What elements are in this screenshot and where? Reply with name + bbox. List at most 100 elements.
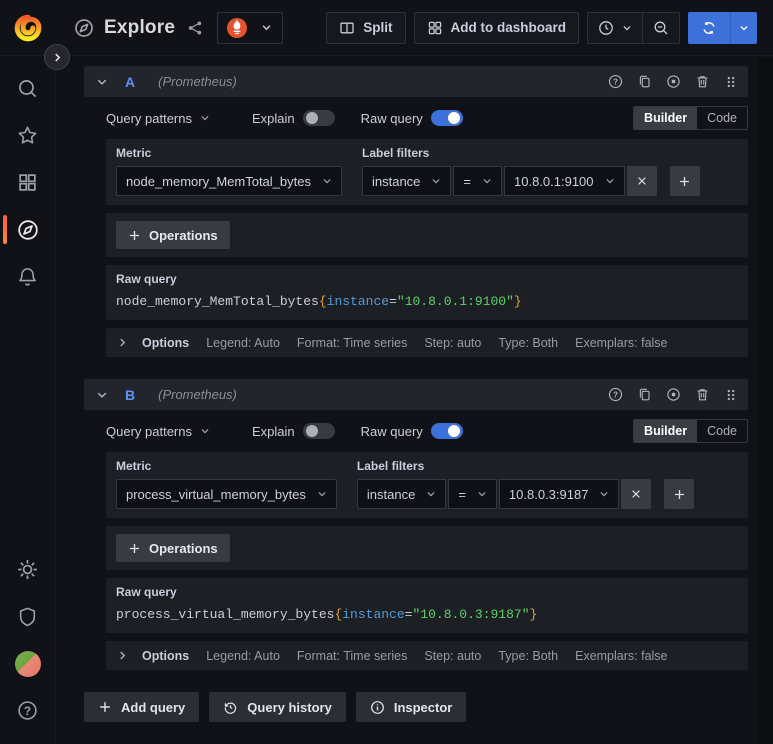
remove-label-filter-button[interactable] <box>621 479 652 509</box>
code-equals: = <box>389 294 397 309</box>
label-value-select[interactable]: 10.8.0.1:9100 <box>504 166 625 196</box>
explain-toggle[interactable] <box>302 110 335 126</box>
add-query-label: Add query <box>121 699 186 715</box>
query-options-bar[interactable]: Options Legend: Auto Format: Time series… <box>106 328 748 357</box>
query-history-label: Query history <box>247 699 332 715</box>
add-operation-button[interactable]: Operations <box>116 221 230 249</box>
sidebar-item-dashboards[interactable] <box>0 159 55 206</box>
add-operation-button[interactable]: Operations <box>116 534 230 562</box>
refresh-button[interactable] <box>688 12 730 44</box>
sidebar-item-starred[interactable] <box>0 112 55 159</box>
option-legend: Legend: Auto <box>206 648 280 663</box>
sidebar-item-configuration[interactable] <box>0 546 55 593</box>
metric-select[interactable]: node_memory_MemTotal_bytes <box>116 166 342 196</box>
refresh-interval-dropdown[interactable] <box>730 11 757 44</box>
split-button[interactable]: Split <box>326 11 406 44</box>
builder-mode-button[interactable]: Builder <box>634 107 698 129</box>
collapse-chevron-down-icon[interactable] <box>96 76 108 88</box>
chevron-right-icon[interactable] <box>117 337 128 348</box>
explore-content: A (Prometheus) ? Query patterns Explain … <box>56 56 773 744</box>
options-title: Options <box>142 335 190 350</box>
query-patterns-dropdown[interactable]: Query patterns <box>106 111 210 126</box>
option-step: Step: auto <box>424 335 482 350</box>
code-rbrace: } <box>529 607 538 622</box>
label-name-value: instance <box>366 486 416 502</box>
add-label-filter-button[interactable] <box>664 479 695 509</box>
info-circle-icon <box>370 700 385 715</box>
dashboards-icon <box>17 172 38 193</box>
add-to-dashboard-label: Add to dashboard <box>450 20 567 35</box>
raw-query-code: process_virtual_memory_bytes{instance="1… <box>116 606 738 623</box>
label-value-select[interactable]: 10.8.0.3:9187 <box>498 479 620 509</box>
label-name-select[interactable]: instance <box>356 479 447 509</box>
option-legend: Legend: Auto <box>206 335 280 350</box>
add-to-dashboard-button[interactable]: Add to dashboard <box>413 11 579 44</box>
sidebar-item-help[interactable]: ? <box>0 687 55 734</box>
sidebar-item-server-admin[interactable] <box>0 593 55 640</box>
chevron-down-icon <box>599 489 609 499</box>
query-builder-card: Metric node_memory_MemTotal_bytes Label … <box>106 139 748 205</box>
metric-value: node_memory_MemTotal_bytes <box>126 173 311 189</box>
zoom-out-button[interactable] <box>642 12 679 43</box>
label-operator-select[interactable]: = <box>448 479 497 509</box>
query-row-a: A (Prometheus) ? Query patterns Explain … <box>84 66 748 361</box>
close-icon <box>636 175 648 187</box>
collapse-chevron-down-icon[interactable] <box>96 389 108 401</box>
drag-handle-grip-icon[interactable] <box>724 75 738 89</box>
raw-query-toggle[interactable] <box>430 110 463 126</box>
remove-label-filter-button[interactable] <box>626 166 657 196</box>
query-row-header[interactable]: B (Prometheus) ? <box>84 379 748 410</box>
code-label-name: instance <box>342 607 405 622</box>
code-rbrace: } <box>513 294 522 309</box>
metric-value: process_virtual_memory_bytes <box>126 486 306 502</box>
label-name-select[interactable]: instance <box>361 166 452 196</box>
disable-query-eye-icon[interactable] <box>666 387 681 402</box>
add-label-filter-button[interactable] <box>669 166 700 196</box>
remove-query-trash-icon[interactable] <box>695 74 710 89</box>
explore-compass-icon <box>17 219 39 241</box>
chevron-down-icon <box>739 23 749 33</box>
sidebar-item-search[interactable] <box>0 65 55 112</box>
explain-toggle[interactable] <box>302 423 335 439</box>
scrollbar-track[interactable] <box>759 57 773 744</box>
raw-query-toggle[interactable] <box>430 423 463 439</box>
datasource-picker[interactable] <box>217 11 284 44</box>
duplicate-query-icon[interactable] <box>637 387 652 402</box>
split-columns-icon <box>339 20 355 36</box>
datasource-help-icon[interactable]: ? <box>608 74 623 89</box>
prometheus-icon <box>225 16 249 40</box>
duplicate-query-icon[interactable] <box>637 74 652 89</box>
query-patterns-dropdown[interactable]: Query patterns <box>106 424 210 439</box>
chevron-down-icon <box>200 113 210 123</box>
explain-toggle-field: Explain <box>252 110 335 126</box>
label-operator-select[interactable]: = <box>453 166 502 196</box>
remove-query-trash-icon[interactable] <box>695 387 710 402</box>
query-builder-card: Metric process_virtual_memory_bytes Labe… <box>106 452 748 518</box>
share-icon[interactable] <box>187 20 203 36</box>
query-editor-toolbar: Query patterns Explain Raw query Builder… <box>106 104 748 132</box>
sidebar-item-explore[interactable] <box>0 206 55 253</box>
chevron-right-icon[interactable] <box>117 650 128 661</box>
drag-handle-grip-icon[interactable] <box>724 388 738 402</box>
time-picker-button[interactable] <box>588 13 642 43</box>
query-history-button[interactable]: Query history <box>209 692 346 722</box>
metric-label: Metric <box>116 146 152 160</box>
datasource-help-icon[interactable]: ? <box>608 387 623 402</box>
chevron-down-icon <box>482 176 492 186</box>
query-options-bar[interactable]: Options Legend: Auto Format: Time series… <box>106 641 748 670</box>
sidebar-expand-button[interactable] <box>44 44 70 70</box>
metric-select[interactable]: process_virtual_memory_bytes <box>116 479 337 509</box>
builder-mode-button[interactable]: Builder <box>634 420 698 442</box>
query-row-header[interactable]: A (Prometheus) ? <box>84 66 748 97</box>
code-mode-button[interactable]: Code <box>697 107 747 129</box>
code-value: "10.8.0.3:9187" <box>412 607 530 622</box>
code-mode-button[interactable]: Code <box>697 420 747 442</box>
sidebar-item-profile[interactable] <box>0 640 55 687</box>
sidebar-item-alerting[interactable] <box>0 253 55 300</box>
chevron-down-icon <box>622 23 632 33</box>
add-query-button[interactable]: Add query <box>84 692 200 722</box>
option-format: Format: Time series <box>296 335 408 350</box>
svg-text:?: ? <box>24 704 31 718</box>
disable-query-eye-icon[interactable] <box>666 74 681 89</box>
inspector-button[interactable]: Inspector <box>355 692 467 722</box>
